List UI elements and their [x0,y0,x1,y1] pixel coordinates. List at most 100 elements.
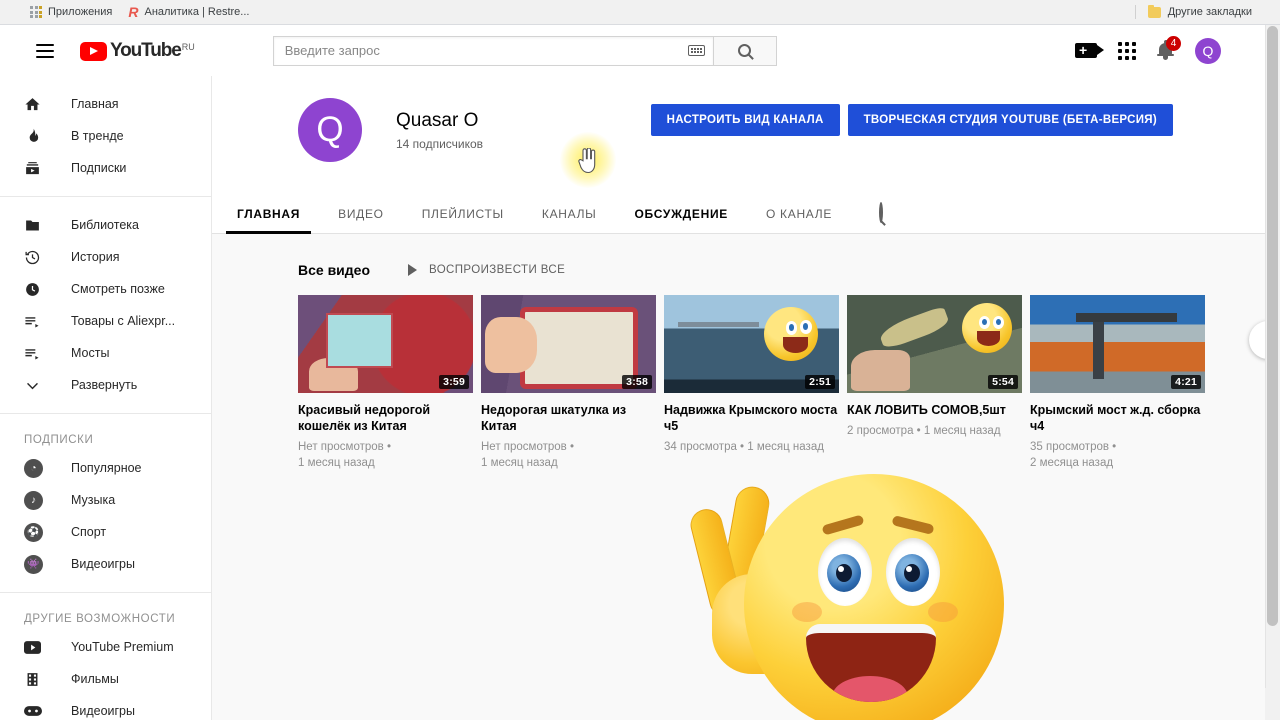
playlist-icon [24,313,48,330]
video-card[interactable]: 3:58 Недорогая шкатулка из Китая Нет про… [481,295,656,471]
scrollbar-thumb[interactable] [1267,26,1278,626]
video-card[interactable]: 5:54 КАК ЛОВИТЬ СОМОВ,5шт 2 просмотра • … [847,295,1022,471]
sidebar-item-sport[interactable]: ⚽ Спорт [0,516,211,548]
video-thumbnail[interactable]: 3:58 [481,295,656,393]
video-thumbnail[interactable]: 3:59 [298,295,473,393]
search-input[interactable] [284,43,688,58]
bookmark-analytics-label: Аналитика | Restre... [144,6,250,18]
sidebar-item-subscriptions[interactable]: Подписки [0,152,211,184]
search-area [272,35,777,66]
channel-content: Q Quasar O 14 подписчиков НАСТРОИТЬ ВИД … [212,76,1265,720]
guide-section-main: Главная В тренде Подписки [0,76,211,197]
sidebar-item-watch-later-label: Смотреть позже [71,282,165,296]
video-views: 34 просмотра • 1 месяц назад [664,441,824,453]
video-camera-add-icon [1075,40,1104,60]
sidebar-item-movies-label: Фильмы [71,672,119,686]
sidebar-item-expand[interactable]: Развернуть [0,369,211,401]
watch-later-clock-icon [24,281,48,298]
youtube-logo[interactable]: YouTube RU [80,40,195,61]
bookmark-analytics[interactable]: R Аналитика | Restre... [128,5,249,19]
channel-action-buttons: НАСТРОИТЬ ВИД КАНАЛА ТВОРЧЕСКАЯ СТУДИЯ Y… [650,104,1173,136]
apps-grid-icon [1118,41,1136,60]
guide-menu-button[interactable] [36,43,54,58]
channel-search-button[interactable] [879,201,884,223]
sidebar-item-bridges-playlist[interactable]: Мосты [0,337,211,369]
guide-section-more: ДРУГИЕ ВОЗМОЖНОСТИ YouTube Premium Фильм… [0,593,211,720]
other-bookmarks-label[interactable]: Другие закладки [1168,6,1252,18]
channel-subscriber-count: 14 подписчиков [396,136,484,151]
video-title[interactable]: КАК ЛОВИТЬ СОМОВ,5шт [847,402,1022,418]
folder-icon [1147,4,1161,18]
video-list: 3:59 Красивый недорогой кошелёк из Китая… [298,295,1265,471]
sidebar-item-movies[interactable]: Фильмы [0,663,211,695]
video-age: 1 месяц назад [481,457,558,469]
video-thumbnail[interactable]: 5:54 [847,295,1022,393]
video-duration: 3:58 [622,375,652,389]
video-thumbnail[interactable]: 2:51 [664,295,839,393]
tab-channels[interactable]: КАНАЛЫ [523,192,616,234]
apps-grid-icon [30,6,42,18]
channel-header: Q Quasar O 14 подписчиков НАСТРОИТЬ ВИД … [212,76,1265,192]
video-card[interactable]: 3:59 Красивый недорогой кошелёк из Китая… [298,295,473,471]
guide-section-library: Библиотека История Смотреть позже Товары… [0,197,211,414]
shelf-next-button[interactable] [1249,321,1265,359]
video-card[interactable]: 2:51 Надвижка Крымского моста ч5 34 прос… [664,295,839,471]
account-avatar[interactable]: Q [1195,37,1221,64]
customize-channel-button[interactable]: НАСТРОИТЬ ВИД КАНАЛА [650,104,840,136]
history-clock-icon [24,249,48,266]
sidebar-item-gaming-label: Видеоигры [71,704,135,718]
play-all-label: ВОСПРОИЗВЕСТИ ВСЕ [429,264,566,276]
bookmark-apps[interactable]: Приложения [30,6,112,18]
sidebar-item-music[interactable]: ♪ Музыка [0,484,211,516]
bookmark-apps-label: Приложения [48,6,113,18]
youtube-apps-button[interactable] [1118,41,1136,60]
sidebar-item-trending[interactable]: В тренде [0,120,211,152]
page-scrollbar[interactable] [1265,25,1280,688]
sidebar-item-watch-later[interactable]: Смотреть позже [0,273,211,305]
play-all-button[interactable]: ВОСПРОИЗВЕСТИ ВСЕ [408,264,565,276]
video-card[interactable]: 4:21 Крымский мост ж.д. сборка ч4 35 про… [1030,295,1205,471]
sidebar-item-gaming[interactable]: Видеоигры [0,695,211,720]
video-duration: 5:54 [988,375,1018,389]
sidebar-item-videogames-sub[interactable]: 👾 Видеоигры [0,548,211,580]
video-thumbnail[interactable]: 4:21 [1030,295,1205,393]
tab-home[interactable]: ГЛАВНАЯ [218,192,319,234]
video-title[interactable]: Крымский мост ж.д. сборка ч4 [1030,402,1205,434]
restream-logo-icon: R [128,4,139,20]
channel-meta: Quasar O 14 подписчиков [396,110,483,151]
sidebar-item-bridges-label: Мосты [71,346,110,360]
video-duration: 2:51 [805,375,835,389]
video-age: 2 месяца назад [1030,457,1114,469]
video-shelf: Все видео ВОСПРОИЗВЕСТИ ВСЕ 3:59 Красивы… [212,234,1265,471]
tab-videos[interactable]: ВИДЕО [319,192,403,234]
scrollbar-corner [1265,688,1280,720]
channel-avatar[interactable]: Q [298,98,362,162]
keyboard-icon[interactable] [687,45,705,56]
create-video-button[interactable] [1075,40,1104,60]
tab-discussion[interactable]: ОБСУЖДЕНИЕ [616,192,747,234]
video-title[interactable]: Красивый недорогой кошелёк из Китая [298,402,473,434]
channel-avatar-icon: ⚽ [24,522,48,542]
sidebar-item-history[interactable]: История [0,241,211,273]
guide-sidebar[interactable]: Главная В тренде Подписки Библиотека Ист… [0,76,212,720]
sidebar-item-library[interactable]: Библиотека [0,209,211,241]
masthead-actions: 4 Q [1075,36,1265,64]
creator-studio-button[interactable]: ТВОРЧЕСКАЯ СТУДИЯ YOUTUBE (БЕТА-ВЕРСИЯ) [847,104,1173,136]
film-strip-icon [24,671,48,688]
sidebar-item-popular[interactable]: ◔ Популярное [0,452,211,484]
notifications-button[interactable]: 4 [1157,36,1181,60]
sidebar-item-aliexpress-playlist[interactable]: Товары с Aliexpr... [0,305,211,337]
video-title[interactable]: Недорогая шкатулка из Китая [481,402,656,434]
search-button[interactable] [713,35,777,66]
sidebar-item-home[interactable]: Главная [0,88,211,120]
channel-avatar-icon: ◔ [24,458,48,478]
video-title[interactable]: Надвижка Крымского моста ч5 [664,402,839,434]
channel-avatar-icon: 👾 [24,554,48,574]
playlist-icon [24,345,48,362]
sidebar-item-premium[interactable]: YouTube Premium [0,631,211,663]
sidebar-item-videogames-sub-label: Видеоигры [71,557,135,571]
search-box[interactable] [272,35,714,66]
tab-playlists[interactable]: ПЛЕЙЛИСТЫ [403,192,523,234]
tab-about[interactable]: О КАНАЛЕ [747,192,851,234]
trending-flame-icon [24,128,48,145]
